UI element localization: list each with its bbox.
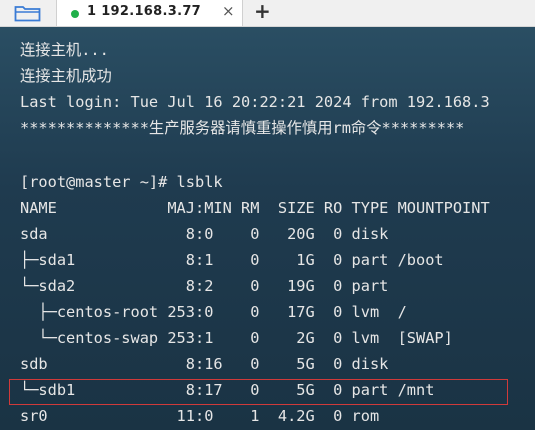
close-icon[interactable]: × — [222, 2, 235, 20]
terminal-line: 连接主机成功 — [20, 67, 112, 85]
lsblk-row: ├─centos-root 253:0 0 17G 0 lvm / — [20, 303, 407, 321]
tab-session[interactable]: 1 192.168.3.77 × — [56, 0, 243, 26]
new-tab-button[interactable]: + — [254, 0, 271, 23]
terminal-output[interactable]: 连接主机... 连接主机成功 Last login: Tue Jul 16 20… — [0, 27, 535, 430]
terminal-prompt-line: [root@master ~]# lsblk — [20, 173, 223, 191]
tab-title: 1 192.168.3.77 — [87, 4, 202, 19]
lsblk-row: └─sda2 8:2 0 19G 0 part — [20, 277, 389, 295]
tab-bar: 1 192.168.3.77 × + — [0, 0, 535, 27]
terminal-line: 连接主机... — [20, 41, 109, 59]
lsblk-row: sr0 11:0 1 4.2G 0 rom — [20, 407, 380, 425]
lsblk-row: └─centos-swap 253:1 0 2G 0 lvm [SWAP] — [20, 329, 453, 347]
lsblk-row: sdb 8:16 0 5G 0 disk — [20, 355, 389, 373]
lsblk-row: sda 8:0 0 20G 0 disk — [20, 225, 389, 243]
terminal-line: **************生产服务器请慎重操作慎用rm命令********* — [20, 119, 465, 137]
folder-icon[interactable] — [14, 5, 42, 22]
lsblk-row: ├─sda1 8:1 0 1G 0 part /boot — [20, 251, 444, 269]
connected-status-icon — [71, 10, 79, 18]
terminal-line: Last login: Tue Jul 16 20:22:21 2024 fro… — [20, 93, 490, 111]
lsblk-header-row: NAME MAJ:MIN RM SIZE RO TYPE MOUNTPOINT — [20, 199, 490, 217]
highlight-box — [9, 379, 508, 405]
